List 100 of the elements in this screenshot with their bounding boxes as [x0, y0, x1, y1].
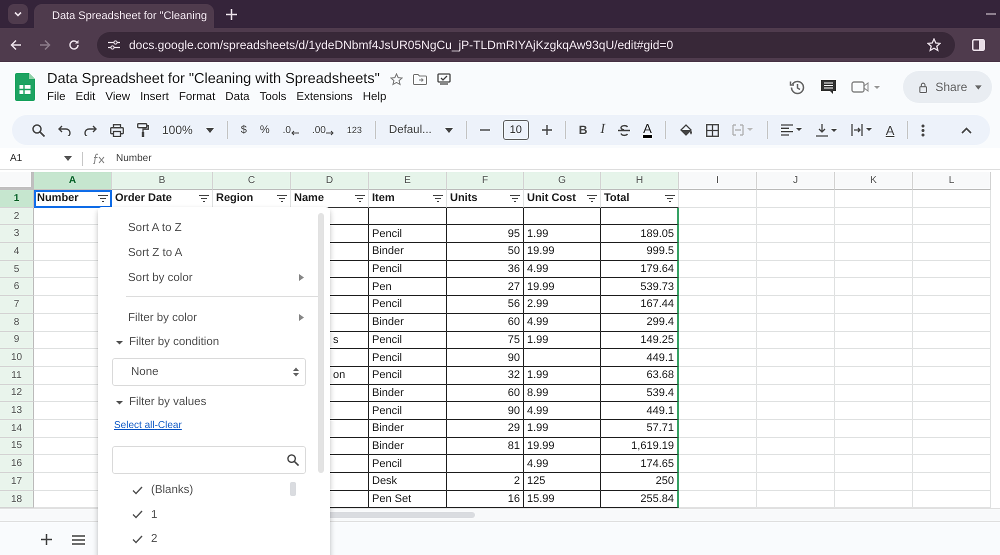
- filter-icon[interactable]: [433, 194, 443, 202]
- borders-icon[interactable]: [706, 124, 719, 136]
- search-field[interactable]: [112, 446, 306, 474]
- column-header[interactable]: A: [34, 172, 112, 190]
- header-cell[interactable]: Item: [369, 190, 447, 208]
- row-header[interactable]: 7: [0, 296, 34, 314]
- percent-format-button[interactable]: %: [260, 124, 270, 136]
- filter-icon[interactable]: [355, 194, 365, 202]
- new-tab-icon[interactable]: [226, 8, 237, 20]
- column-header[interactable]: D: [291, 172, 369, 190]
- filter-icon[interactable]: [510, 194, 520, 202]
- filter-icon[interactable]: [665, 194, 675, 202]
- menu-item[interactable]: Data: [225, 91, 250, 103]
- formula-field[interactable]: Number: [116, 153, 152, 164]
- row-header[interactable]: 6: [0, 278, 34, 296]
- strikethrough-icon[interactable]: [618, 124, 630, 136]
- paint-format-icon[interactable]: [137, 123, 149, 137]
- menu-item[interactable]: Format: [178, 91, 216, 103]
- row-header[interactable]: 12: [0, 384, 34, 402]
- increase-decimals-button[interactable]: .00: [312, 124, 334, 136]
- text-wrap-icon[interactable]: [850, 124, 873, 136]
- more-icon[interactable]: [921, 124, 926, 136]
- row-header[interactable]: 8: [0, 314, 34, 332]
- star-icon[interactable]: [390, 72, 403, 86]
- filter-icon[interactable]: [277, 194, 287, 202]
- filter-icon[interactable]: [199, 194, 209, 202]
- font-select[interactable]: Defaul...: [388, 124, 432, 136]
- reload-icon[interactable]: [68, 39, 80, 51]
- redo-icon[interactable]: [84, 124, 97, 136]
- column-header[interactable]: I: [679, 172, 757, 190]
- row-header[interactable]: 5: [0, 260, 34, 278]
- menu-item[interactable]: View: [105, 91, 130, 103]
- menu-item[interactable]: File: [47, 91, 66, 103]
- column-header[interactable]: B: [112, 172, 213, 190]
- row-header[interactable]: 10: [0, 349, 34, 367]
- filter-icon[interactable]: [587, 194, 597, 202]
- column-header[interactable]: J: [757, 172, 835, 190]
- select-all-link[interactable]: Select all: [114, 420, 155, 431]
- bold-button[interactable]: B: [578, 123, 588, 137]
- row-header[interactable]: 11: [0, 366, 34, 385]
- search-icon[interactable]: [32, 124, 45, 136]
- menu-item[interactable]: Extensions: [296, 91, 353, 103]
- name-box[interactable]: A1: [10, 153, 54, 164]
- column-header[interactable]: C: [213, 172, 291, 190]
- all-sheets-icon[interactable]: [72, 534, 85, 545]
- align-icon[interactable]: [780, 124, 803, 136]
- value-option[interactable]: 2: [98, 527, 330, 552]
- italic-button[interactable]: I: [600, 122, 606, 138]
- bookmark-star-icon[interactable]: [927, 38, 941, 52]
- menu-item[interactable]: Sort A to Z: [98, 215, 330, 240]
- zoom-select[interactable]: 100%: [162, 123, 193, 137]
- header-cell[interactable]: Total: [601, 190, 679, 208]
- header-cell[interactable]: Units: [447, 190, 524, 208]
- menu-item[interactable]: Sort Z to A: [98, 240, 330, 265]
- currency-format-button[interactable]: $: [240, 124, 247, 136]
- history-icon[interactable]: [789, 78, 806, 96]
- caret-icon[interactable]: [444, 128, 453, 132]
- row-header[interactable]: 3: [0, 225, 34, 244]
- row-header[interactable]: 16: [0, 455, 34, 473]
- list-scrollbar[interactable]: [290, 482, 296, 496]
- vertical-align-icon[interactable]: [816, 124, 838, 136]
- condition-select[interactable]: None: [112, 358, 306, 386]
- sheets-logo-icon[interactable]: [15, 73, 35, 101]
- row-header[interactable]: 15: [0, 438, 34, 456]
- side-panel-icon[interactable]: [972, 39, 985, 51]
- row-header[interactable]: 17: [0, 473, 34, 491]
- tab-list-button[interactable]: [8, 4, 28, 24]
- menu-item[interactable]: Tools: [260, 91, 286, 103]
- row-header[interactable]: 9: [0, 332, 34, 350]
- caret-icon[interactable]: [206, 128, 214, 132]
- menu-scrollbar[interactable]: [318, 213, 324, 473]
- menu-item[interactable]: Filter by color: [98, 305, 330, 330]
- caret-icon[interactable]: [975, 84, 982, 90]
- document-title[interactable]: Data Spreadsheet for "Cleaning with Spreadsheets": [47, 71, 380, 87]
- address-field[interactable]: docs.google.com/spreadsheets/d/1ydeDNbmf4JsUR05NgCu_jP-TLDmRIYAjKzgkqAw93qU/edit#gid=0: [97, 32, 955, 58]
- row-header[interactable]: 4: [0, 243, 34, 261]
- number-format-button[interactable]: 123: [346, 125, 362, 135]
- column-header[interactable]: F: [447, 172, 524, 190]
- decrease-decimals-button[interactable]: .0: [282, 124, 299, 136]
- add-sheet-icon[interactable]: [41, 534, 52, 546]
- column-header[interactable]: L: [913, 172, 991, 190]
- value-option[interactable]: (Blanks): [98, 478, 330, 502]
- clear-link[interactable]: Clear: [158, 420, 182, 431]
- back-icon[interactable]: [10, 39, 22, 51]
- menu-item[interactable]: Sort by color: [98, 265, 330, 290]
- filter-icon[interactable]: [98, 194, 108, 202]
- undo-icon[interactable]: [58, 124, 71, 136]
- folder-icon[interactable]: [412, 74, 427, 84]
- row-header[interactable]: 14: [0, 420, 34, 438]
- video-call-icon[interactable]: [851, 80, 881, 94]
- row-header[interactable]: 18: [0, 490, 34, 508]
- row-header[interactable]: 13: [0, 402, 34, 420]
- header-cell[interactable]: Unit Cost: [524, 190, 601, 208]
- header-cell[interactable]: Number: [34, 190, 112, 208]
- merge-cells-icon[interactable]: [732, 124, 754, 136]
- comment-icon[interactable]: [820, 79, 837, 95]
- text-rotation-button[interactable]: A: [886, 122, 894, 138]
- forward-icon[interactable]: [39, 39, 51, 51]
- minus-icon[interactable]: [480, 129, 490, 131]
- cloud-status-icon[interactable]: [436, 73, 451, 85]
